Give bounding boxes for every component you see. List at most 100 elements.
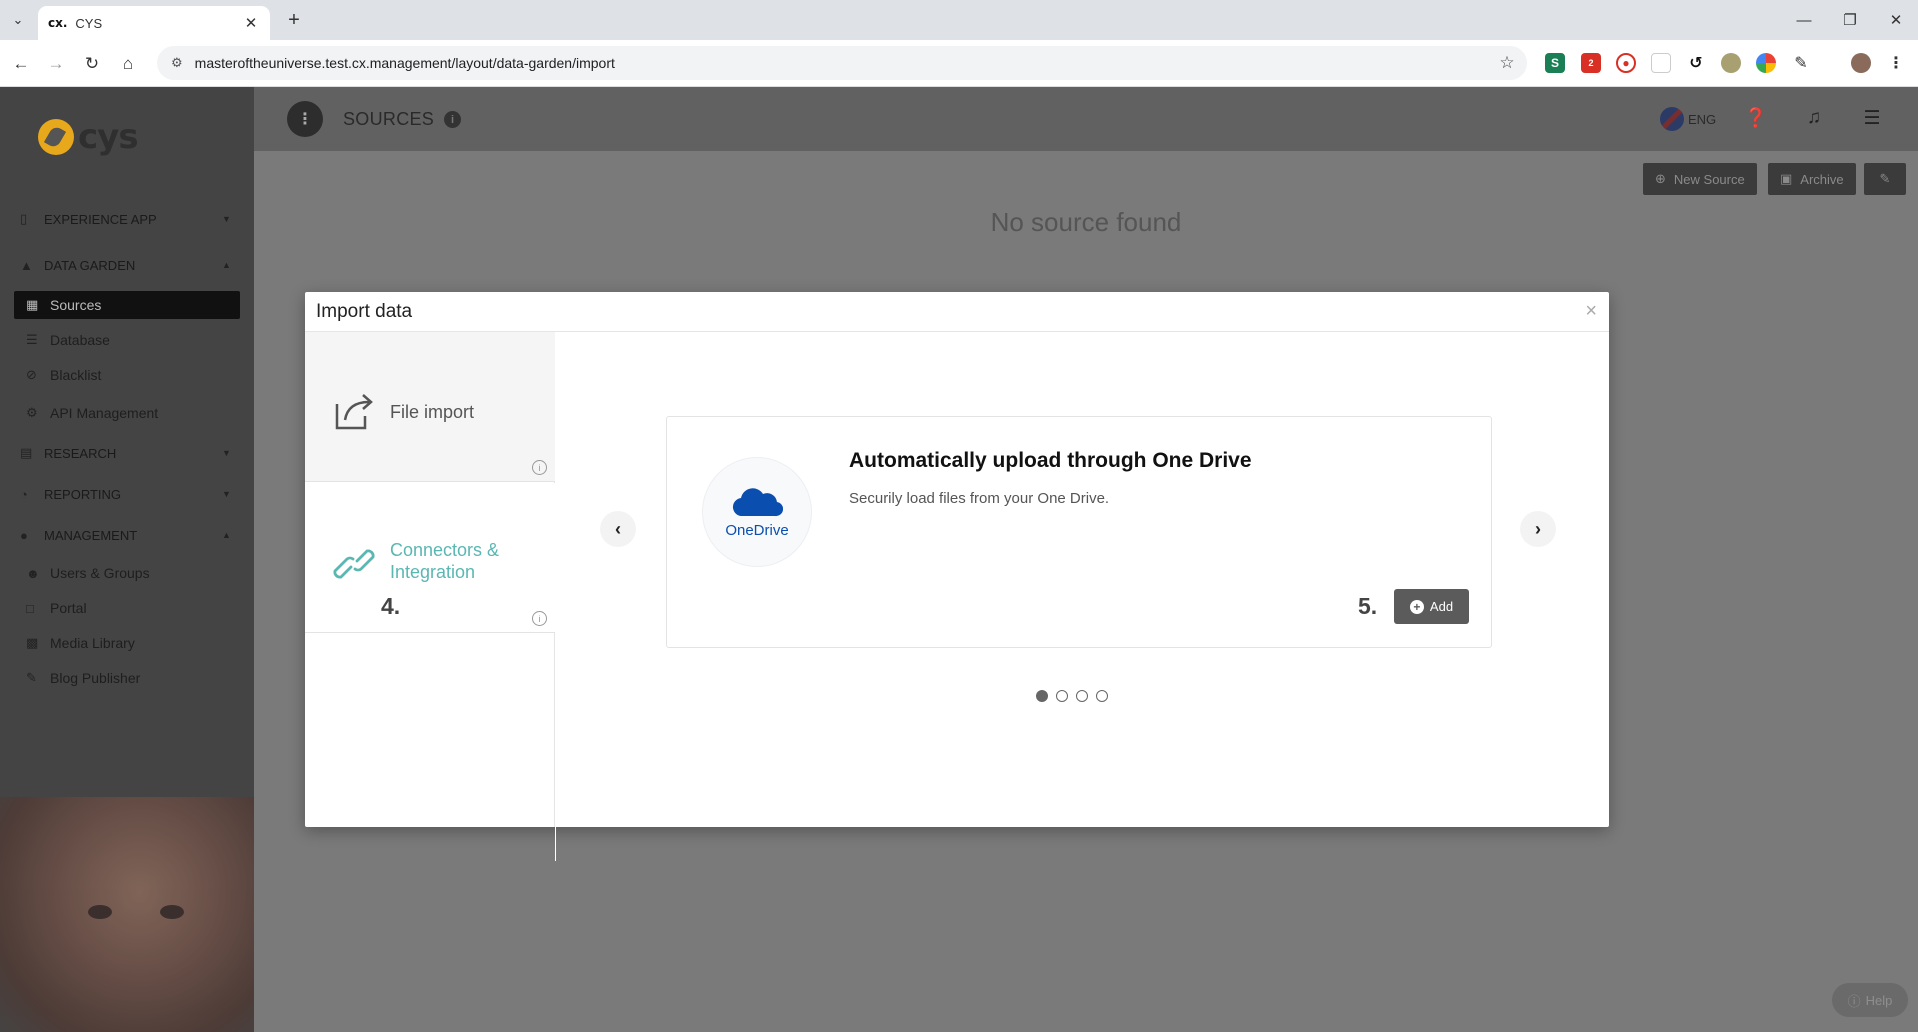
section-label: EXPERIENCE APP [44, 211, 157, 227]
help-circle-icon[interactable]: ❓ [1743, 105, 1769, 131]
restore-icon[interactable]: ❐ [1836, 8, 1864, 32]
sidebar-item-label: Database [50, 332, 110, 348]
sidebar-section-experience-app[interactable]: ▯ EXPERIENCE APP ▼ [20, 205, 236, 233]
menu-icon[interactable]: ⋮ [1886, 53, 1906, 73]
url-text[interactable]: masteroftheuniverse.test.cx.management/l… [195, 55, 1487, 71]
empty-state-text: No source found [990, 207, 1182, 237]
option-connectors-integration[interactable]: Connectors & Integration 4. i [305, 483, 555, 633]
tab-favicon: cx. [48, 16, 68, 30]
plus-icon: + [1409, 599, 1424, 614]
carousel-dot[interactable] [1076, 690, 1088, 702]
extension-badge-icon[interactable]: 2 [1581, 53, 1601, 73]
step-number: 5. [1358, 593, 1378, 619]
image-icon: ▩ [26, 635, 39, 650]
sidebar-item-blacklist[interactable]: ⊘ Blacklist [14, 361, 240, 389]
new-tab-icon[interactable]: + [282, 8, 306, 32]
extension-round-icon[interactable] [1721, 53, 1741, 73]
edit-button[interactable]: ✎ [1864, 163, 1906, 195]
close-tab-icon[interactable]: ✕ [242, 14, 260, 32]
add-button[interactable]: + Add [1394, 589, 1469, 624]
carousel-indicators [1036, 690, 1116, 702]
top-bar: ⋮ SOURCES i ENG ❓ ♫ ☰ [254, 87, 1918, 151]
tab-list-icon[interactable]: ⌄ [6, 8, 30, 32]
browser-tab-bar: ⌄ cx. CYS ✕ + — ❐ ✕ [0, 0, 1918, 40]
bell-icon[interactable]: ♫ [1801, 105, 1827, 131]
link-icon [333, 549, 375, 579]
info-icon[interactable]: i [532, 460, 547, 475]
plus-circle-icon: ⊕ [1655, 171, 1666, 186]
sidebar-section-data-garden[interactable]: ▲ DATA GARDEN ▲ [20, 251, 236, 279]
blank-extension-icon[interactable] [1651, 53, 1671, 73]
pen-icon: ✎ [26, 670, 37, 685]
sources-icon: ▦ [26, 297, 39, 312]
sidebar-section-reporting[interactable]: ◔ REPORTING ▼ [20, 480, 236, 508]
sidebar-item-portal[interactable]: □ Portal [14, 594, 240, 622]
profile-avatar[interactable] [1851, 53, 1871, 73]
close-icon[interactable]: × [1585, 300, 1597, 323]
uk-flag-icon[interactable] [1660, 107, 1684, 131]
sidebar-item-database[interactable]: ☰ Database [14, 326, 240, 354]
star-icon[interactable]: ☆ [1487, 53, 1527, 73]
sidebar-item-blog-publisher[interactable]: ✎ Blog Publisher [14, 664, 240, 692]
caret-up-icon: ▲ [222, 260, 231, 270]
sidebar-item-api-management[interactable]: ⚙ API Management [14, 399, 240, 427]
logo[interactable]: cys [38, 117, 139, 157]
carousel-dot[interactable] [1056, 690, 1068, 702]
sidebar-item-media-library[interactable]: ▩ Media Library [14, 629, 240, 657]
minimize-icon[interactable]: — [1790, 8, 1818, 32]
sidebar-section-management[interactable]: ● MANAGEMENT ▲ [20, 521, 236, 549]
sidebar-item-sources[interactable]: ▦ Sources [14, 291, 240, 319]
card-title: Automatically upload through One Drive [849, 449, 1252, 472]
help-label: Help [1865, 992, 1893, 1008]
extension-s-icon[interactable]: S [1545, 53, 1565, 73]
button-label: Archive [1800, 171, 1844, 187]
connector-card: OneDrive Automatically upload through On… [666, 416, 1492, 648]
archive-icon: ▣ [1780, 171, 1793, 186]
archive-button[interactable]: ▣ Archive [1768, 163, 1856, 195]
help-button[interactable]: ⓘ Help [1832, 983, 1908, 1017]
browser-tab[interactable]: cx. CYS ✕ [38, 6, 270, 40]
language-selector[interactable]: ENG [1688, 112, 1716, 127]
home-icon[interactable]: ⌂ [115, 51, 141, 77]
option-file-import[interactable]: File import i [305, 332, 555, 482]
section-label: MANAGEMENT [44, 527, 138, 543]
background-portrait-image [0, 797, 254, 1032]
extensions-icon[interactable]: ✎ [1791, 53, 1811, 73]
help-icon: ⓘ [1847, 993, 1861, 1009]
info-icon[interactable]: i [532, 611, 547, 626]
onedrive-logo-text: OneDrive [725, 521, 789, 539]
carousel-next-button[interactable]: › [1520, 511, 1556, 547]
card-description: Securily load files from your One Drive. [849, 490, 1110, 507]
site-settings-icon[interactable]: ⚙ [171, 55, 183, 71]
caret-down-icon: ▼ [222, 214, 231, 224]
carousel-prev-button[interactable]: ‹ [600, 511, 636, 547]
carousel-dot[interactable] [1096, 690, 1108, 702]
record-icon[interactable]: ● [1616, 53, 1636, 73]
database-icon: ☰ [26, 332, 38, 347]
sync-icon[interactable]: ↺ [1686, 53, 1706, 73]
portrait-eye [88, 905, 112, 919]
address-bar[interactable]: ⚙ masteroftheuniverse.test.cx.management… [157, 46, 1527, 80]
forward-icon[interactable]: → [43, 51, 69, 77]
sidebar-item-users-groups[interactable]: ☻ Users & Groups [14, 559, 240, 587]
gear-icon: ⚙ [26, 405, 38, 420]
browser-toolbar: ← → ↻ ⌂ ⚙ masteroftheuniverse.test.cx.ma… [0, 40, 1918, 87]
info-icon[interactable]: i [444, 111, 461, 128]
tree-icon: ▲ [20, 257, 33, 273]
modal-title: Import data [316, 301, 413, 322]
reload-icon[interactable]: ↻ [79, 51, 105, 77]
back-icon[interactable]: ← [8, 51, 34, 77]
page-title: SOURCES [343, 109, 435, 129]
window-close-icon[interactable]: ✕ [1882, 8, 1910, 32]
sidebar-section-research[interactable]: ▤ RESEARCH ▼ [20, 439, 236, 467]
color-wheel-icon[interactable] [1756, 53, 1776, 73]
monitor-icon: □ [26, 600, 34, 616]
mobile-icon: ▯ [20, 211, 28, 226]
carousel-dot[interactable] [1036, 690, 1048, 702]
tab-title: CYS [75, 15, 103, 31]
portrait-eye [160, 905, 184, 919]
new-source-button[interactable]: ⊕ New Source [1643, 163, 1757, 195]
chevron-right-icon: › [1535, 518, 1541, 539]
options-icon[interactable]: ⋮ [287, 101, 323, 137]
list-icon[interactable]: ☰ [1859, 105, 1885, 131]
